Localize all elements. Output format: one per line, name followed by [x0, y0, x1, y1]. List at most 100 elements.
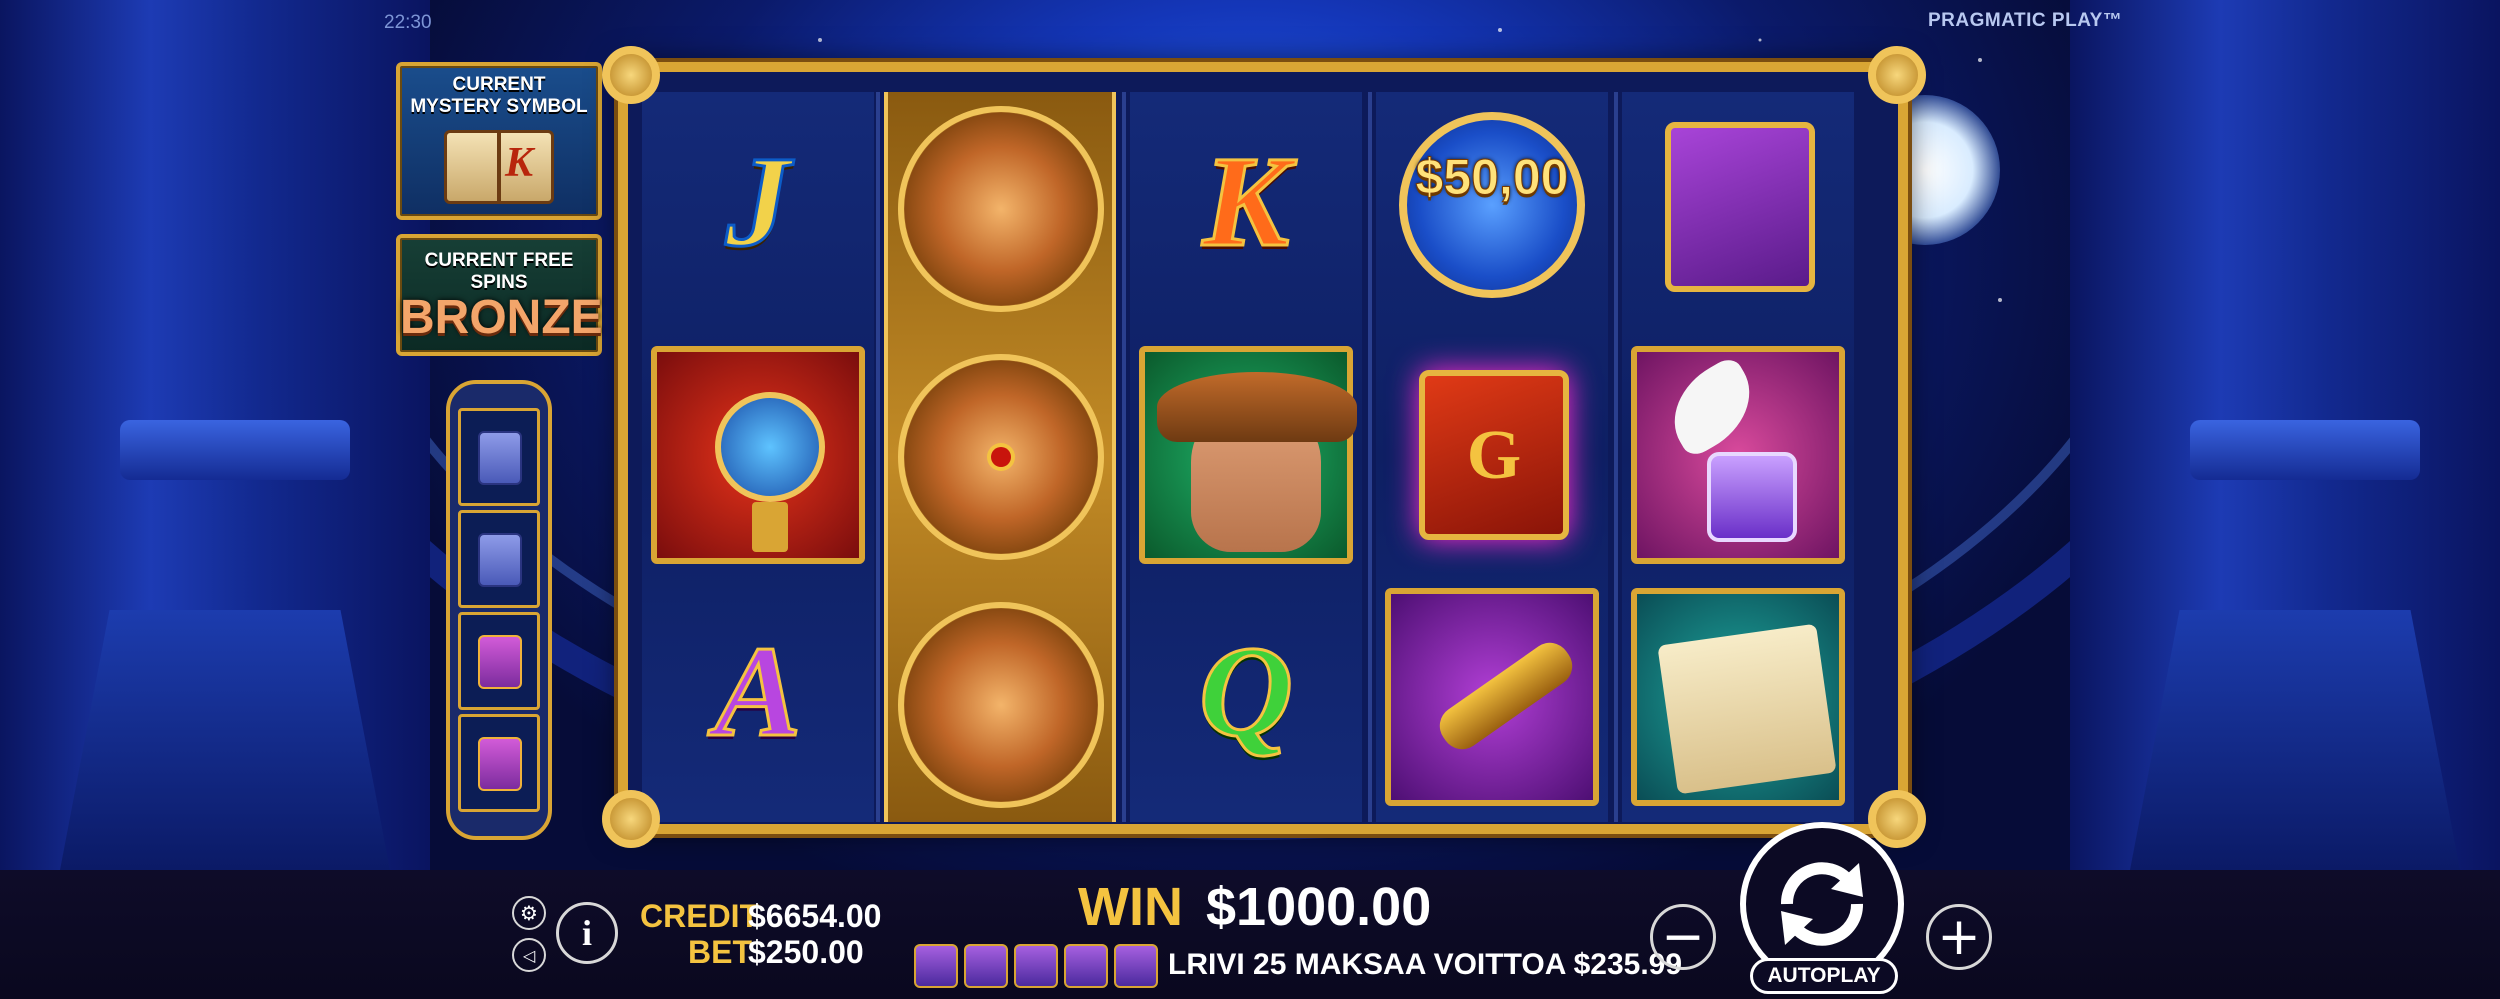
armillary-sphere-icon [715, 392, 825, 502]
progress-slot [458, 510, 540, 608]
reel-symbol-explorer [1133, 340, 1359, 570]
book-of-mystery-icon: G [1419, 370, 1569, 540]
increase-bet-button[interactable]: + [1926, 904, 1992, 970]
speaker-icon: ◁ [522, 945, 536, 965]
credit-value: $6654.00 [748, 898, 882, 934]
reel-5 [1622, 92, 1854, 822]
chest-icon [478, 737, 522, 791]
clock: 22:30 [384, 12, 432, 33]
bet-value: $250.00 [748, 934, 864, 970]
book-spine [497, 133, 501, 201]
frame-corner-ornament [602, 46, 660, 104]
sound-button[interactable]: ◁ [512, 938, 546, 972]
symbol-tile [1139, 346, 1357, 564]
line-symbol-icon [1064, 944, 1108, 988]
autoplay-button[interactable]: AUTOPLAY [1750, 958, 1898, 994]
chest-icon [478, 635, 522, 689]
frame-corner-ornament [1868, 46, 1926, 104]
reel-symbol-book: G [1379, 340, 1605, 570]
right-pillar-capital [2190, 420, 2420, 480]
reel-separator [1614, 92, 1618, 822]
line-win-text: LRIVI 25 MAKSAA VOITTOA $235.99 [1168, 948, 1683, 981]
reel-symbol-map [1625, 582, 1851, 812]
right-pillar-base [2130, 610, 2460, 870]
line-symbol-icon [964, 944, 1008, 988]
info-button[interactable]: i [556, 902, 618, 964]
treasure-book-icon [1665, 122, 1815, 292]
symbol-tile [1631, 346, 1845, 564]
map-scroll-icon [1657, 623, 1837, 795]
reel-symbol-quill [1625, 340, 1851, 570]
compass-icon [898, 602, 1104, 808]
reel-separator [876, 92, 880, 822]
reel-1: J A [642, 92, 874, 822]
line-symbol-icon [1114, 944, 1158, 988]
reel-2 [884, 92, 1116, 822]
reel-symbol-k: K [1133, 92, 1359, 322]
reel-symbol-j: J [645, 92, 871, 322]
letter-k: K [1201, 129, 1291, 276]
minus-icon: − [1661, 907, 1705, 967]
compass-rose-icon [898, 354, 1104, 560]
explorer-hat-icon [1157, 372, 1357, 442]
frame-corner-ornament [602, 790, 660, 848]
money-value: $50,00 [1415, 149, 1569, 206]
chest-icon [478, 431, 522, 485]
win-label: WIN [1078, 877, 1183, 937]
settings-button[interactable]: ⚙ [512, 896, 546, 930]
spin-arrows-icon [1780, 862, 1864, 946]
reel-symbol-treasure-book [1625, 92, 1851, 322]
ink-bottle-icon [1707, 452, 1797, 542]
telescope-icon [1431, 634, 1581, 758]
gear-icon: ⚙ [520, 901, 538, 925]
reel-symbol-armillary-sphere [645, 340, 871, 570]
book-glyph: G [1466, 417, 1522, 494]
decrease-bet-button[interactable]: − [1650, 904, 1716, 970]
letter-a: A [713, 619, 803, 766]
left-pillar-capital [120, 420, 350, 480]
reel-4: $50,00 G [1376, 92, 1608, 822]
brand-logo: PRAGMATIC PLAY™ [1928, 10, 2123, 31]
bet-label: BET [688, 934, 752, 970]
reel-separator [1368, 92, 1372, 822]
progress-slot [458, 714, 540, 812]
win-value: $1000.00 [1206, 877, 1432, 937]
reel-symbol-a: A [645, 582, 871, 812]
progress-slot [458, 408, 540, 506]
mystery-symbol-title: CURRENT MYSTERY SYMBOL [400, 74, 598, 118]
reel-symbol-telescope [1379, 582, 1605, 812]
right-pillar [2070, 0, 2500, 870]
chest-icon [478, 533, 522, 587]
progress-slot [458, 612, 540, 710]
left-pillar-base [60, 610, 390, 870]
mystery-title-line2: MYSTERY SYMBOL [410, 96, 588, 117]
compass-center [991, 447, 1011, 467]
symbol-tile [1385, 588, 1599, 806]
reel-3: K Q [1130, 92, 1362, 822]
book-icon: K [444, 130, 554, 204]
mystery-symbol-letter: K [505, 140, 534, 186]
reel-symbol-money: $50,00 [1379, 92, 1605, 322]
info-icon: i [581, 913, 592, 953]
letter-j: J [724, 129, 792, 276]
reel-separator [1122, 92, 1126, 822]
feather-icon [1655, 354, 1769, 460]
letter-q: Q [1198, 619, 1295, 766]
symbol-tile [651, 346, 865, 564]
mystery-title-line1: CURRENT [452, 74, 546, 95]
free-spins-panel: CURRENT FREE SPINS BRONZE [396, 234, 603, 356]
mystery-symbol-panel: CURRENT MYSTERY SYMBOL K [396, 62, 602, 220]
free-spins-title: CURRENT FREE SPINS [424, 250, 574, 293]
left-pillar [0, 0, 430, 870]
plus-icon: + [1937, 907, 1981, 967]
frame-corner-ornament [1868, 790, 1926, 848]
reel-symbol-q: Q [1133, 582, 1359, 812]
compass-icon [898, 106, 1104, 312]
line-symbol-icon [914, 944, 958, 988]
line-symbol-icon [1014, 944, 1058, 988]
credit-label: CREDIT [640, 898, 760, 934]
symbol-tile [1631, 588, 1845, 806]
globe-stand [752, 502, 788, 552]
chest-progress-meter [446, 380, 552, 840]
reels-frame: J A K Q $50,00 G [618, 62, 1908, 834]
